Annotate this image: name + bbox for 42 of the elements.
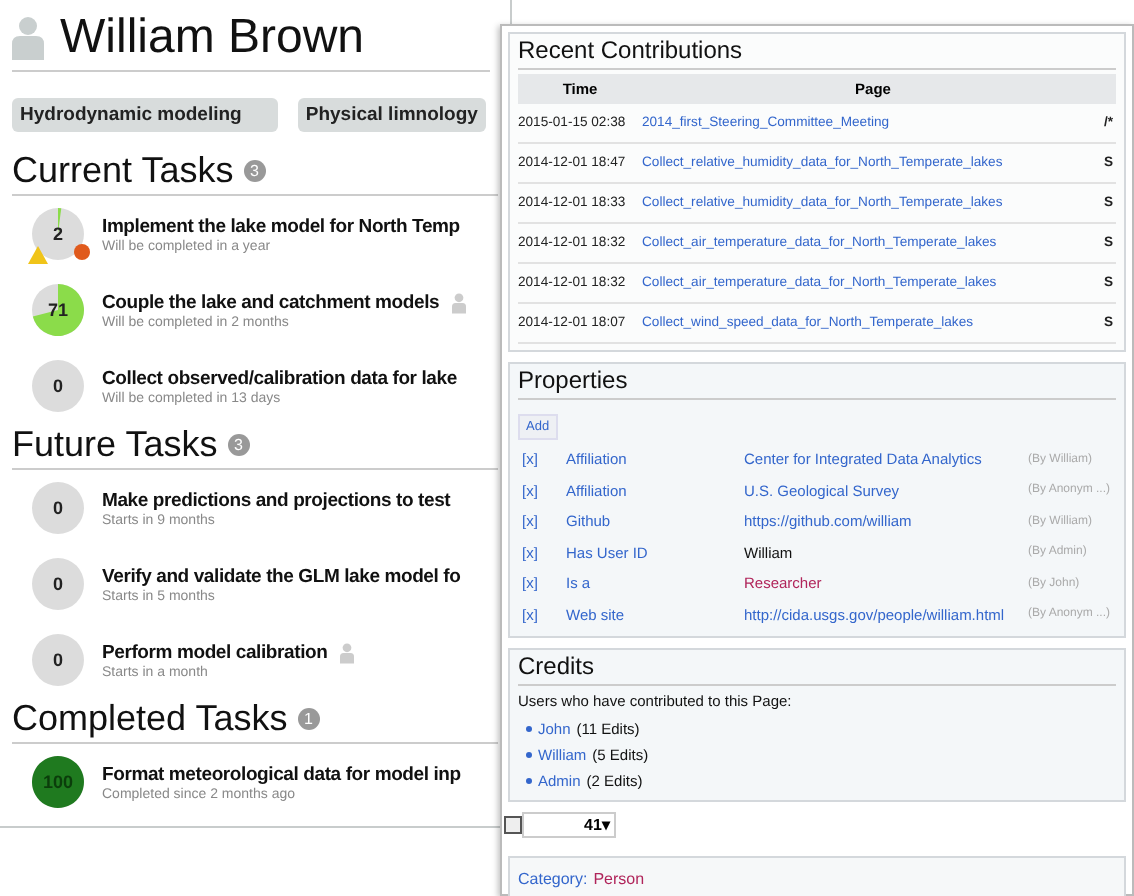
- panel-heading: Recent Contributions: [518, 36, 1116, 70]
- tag[interactable]: Physical limnology: [297, 98, 486, 132]
- user-name: William Brown: [60, 12, 365, 64]
- panel-heading: Properties: [518, 366, 1116, 400]
- bullet-icon: [526, 752, 532, 758]
- progress-pie: [32, 756, 84, 808]
- status-dot: [74, 244, 90, 260]
- task-title[interactable]: Make predictions and projections to test: [102, 489, 451, 511]
- counter-dropdown[interactable]: 41▾: [522, 812, 616, 838]
- bullet-icon: [526, 726, 532, 732]
- progress-value: 0: [53, 498, 63, 518]
- task-title[interactable]: Format meteorological data for model inp: [102, 763, 461, 785]
- task-title[interactable]: Couple the lake and catchment models: [102, 291, 440, 313]
- progress-pie: [32, 482, 84, 534]
- page-icon: [504, 816, 522, 834]
- section-heading: Completed Tasks: [12, 698, 288, 740]
- task-title[interactable]: Perform model calibration: [102, 641, 328, 663]
- tag[interactable]: Hydrodynamic modeling: [12, 98, 278, 132]
- count-badge: 1: [297, 708, 320, 730]
- user-silhouette-icon: [12, 16, 44, 60]
- progress-value: 0: [53, 376, 63, 396]
- section-heading: Current Tasks: [12, 150, 234, 192]
- task-title[interactable]: Collect observed/calibration data for lake: [102, 367, 457, 389]
- section-heading: Future Tasks: [12, 424, 218, 466]
- progress-pie: [32, 360, 84, 412]
- count-badge: 3: [243, 160, 266, 182]
- count-badge: 3: [227, 434, 250, 456]
- progress-pie: [32, 284, 84, 336]
- task-title[interactable]: Implement the lake model for North Temp: [102, 215, 460, 237]
- progress-pie: [32, 208, 84, 260]
- progress-pie: [32, 558, 84, 610]
- progress-value: 100: [42, 772, 74, 792]
- progress-value: 0: [53, 650, 63, 670]
- bullet-icon: [526, 778, 532, 784]
- task-title[interactable]: Verify and validate the GLM lake model fo: [102, 565, 461, 587]
- categories-link[interactable]: Category:: [518, 870, 588, 888]
- person-category-link[interactable]: Person: [593, 870, 645, 888]
- panel-heading: Credits: [518, 652, 1116, 686]
- progress-value: 0: [53, 574, 63, 594]
- progress-value: 2: [53, 224, 63, 244]
- progress-pie: [32, 634, 84, 686]
- progress-value: 71: [48, 300, 68, 320]
